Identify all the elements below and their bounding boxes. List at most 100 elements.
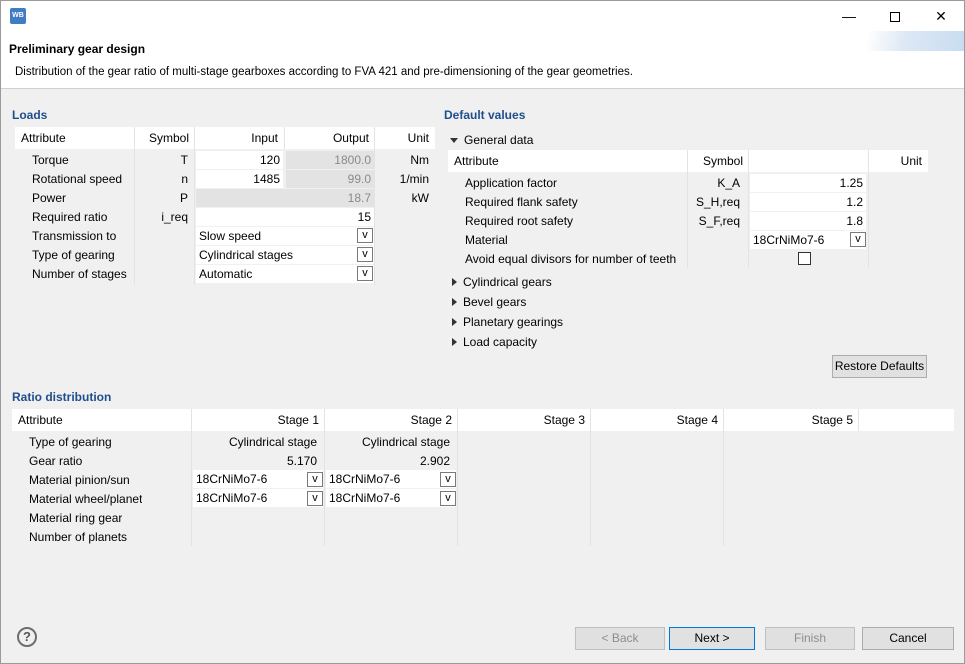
stage2-pinion-dropdown-button[interactable]: v — [440, 472, 456, 487]
stage2-type: Cylindrical stage — [361, 435, 450, 449]
ratio-header-stage1: Stage 1 — [277, 413, 319, 427]
gearing-type-dropdown-button[interactable]: v — [357, 247, 373, 262]
loads-symbol-torque: T — [180, 153, 188, 167]
loads-symbol-ratio: i_req — [161, 210, 188, 224]
loads-unit-torque: Nm — [410, 153, 429, 167]
loads-attr-stages: Number of stages — [32, 267, 127, 281]
minimize-button[interactable]: — — [826, 1, 872, 31]
general-attr-material: Material — [465, 233, 508, 247]
minimize-icon: — — [842, 8, 856, 24]
power-output: 18.7 — [196, 189, 374, 207]
application-factor-input[interactable]: 1.25 — [750, 174, 866, 192]
loads-attr-ratio: Required ratio — [32, 210, 108, 224]
loads-attr-gearing: Type of gearing — [32, 248, 115, 262]
loads-table: Attribute Symbol Input Output Unit Torqu… — [15, 127, 435, 287]
cancel-button[interactable]: Cancel — [862, 627, 954, 650]
speed-input[interactable]: 1485 — [196, 170, 283, 188]
stage2-gear-ratio: 2.902 — [419, 454, 450, 468]
stage1-pinion-dropdown-button[interactable]: v — [307, 472, 323, 487]
loads-symbol-power: P — [179, 191, 188, 205]
ratio-header-stage5: Stage 5 — [811, 413, 853, 427]
speed-output: 99.0 — [286, 170, 374, 188]
ratio-header-attribute: Attribute — [18, 413, 63, 427]
loads-header-symbol: Symbol — [148, 131, 189, 145]
cylindrical-gears-node[interactable]: Cylindrical gears — [452, 274, 552, 290]
stage2-pinion-material-select[interactable]: 18CrNiMo7-6 — [326, 470, 456, 488]
general-symbol-application: K_A — [717, 176, 740, 190]
collapsed-chevron-icon — [452, 338, 457, 346]
stage1-wheel-dropdown-button[interactable]: v — [307, 491, 323, 506]
root-safety-input[interactable]: 1.8 — [750, 212, 866, 230]
stage1-wheel-material-select[interactable]: 18CrNiMo7-6 — [193, 489, 323, 507]
loads-unit-power: kW — [411, 191, 429, 205]
required-ratio-input[interactable]: 15 — [196, 208, 374, 226]
stage2-wheel-material-select[interactable]: 18CrNiMo7-6 — [326, 489, 456, 507]
collapsed-chevron-icon — [452, 278, 457, 286]
stage1-type: Cylindrical stage — [228, 435, 317, 449]
next-button[interactable]: Next > — [669, 627, 755, 650]
ratio-header-stage3: Stage 3 — [543, 413, 585, 427]
transmission-select[interactable]: Slow speed — [196, 227, 374, 245]
loads-section-title: Loads — [12, 108, 48, 122]
page-title: Preliminary gear design — [9, 42, 146, 56]
ratio-header-row: Attribute Stage 1 Stage 2 Stage 3 Stage … — [12, 409, 954, 431]
load-capacity-node[interactable]: Load capacity — [452, 334, 537, 350]
torque-input[interactable]: 120 — [196, 151, 283, 169]
ratio-attr-planets: Number of planets — [29, 530, 128, 544]
general-attr-root: Required root safety — [465, 214, 574, 228]
general-symbol-flank: S_H,req — [695, 195, 740, 209]
maximize-button[interactable] — [872, 1, 918, 31]
load-capacity-label: Load capacity — [463, 335, 538, 349]
ratio-attr-wheel: Material wheel/planet — [29, 492, 143, 506]
stages-select[interactable]: Automatic — [196, 265, 374, 283]
ratio-attr-pinion: Material pinion/sun — [29, 473, 130, 487]
general-attr-flank: Required flank safety — [465, 195, 578, 209]
cylindrical-gears-label: Cylindrical gears — [463, 275, 552, 289]
gearing-type-select[interactable]: Cylindrical stages — [196, 246, 374, 264]
ratio-section-title: Ratio distribution — [12, 390, 112, 404]
maximize-icon — [890, 12, 900, 23]
loads-header-unit: Unit — [407, 131, 429, 145]
bevel-gears-node[interactable]: Bevel gears — [452, 294, 526, 310]
ratio-table: Attribute Stage 1 Stage 2 Stage 3 Stage … — [12, 409, 954, 549]
close-button[interactable]: ✕ — [918, 1, 964, 31]
avoid-divisors-checkbox[interactable] — [798, 252, 811, 265]
loads-unit-speed: 1/min — [399, 172, 429, 186]
general-data-table: Attribute Symbol Unit Application factor… — [448, 150, 928, 270]
dialog-window: WB — ✕ Preliminary gear design Distribut… — [0, 0, 965, 664]
torque-output: 1800.0 — [286, 151, 374, 169]
general-data-label: General data — [464, 133, 534, 147]
app-icon: WB — [10, 8, 26, 24]
general-attr-application: Application factor — [465, 176, 558, 190]
restore-defaults-button[interactable]: Restore Defaults — [832, 355, 927, 378]
transmission-dropdown-button[interactable]: v — [357, 228, 373, 243]
header-decoration — [814, 31, 964, 51]
default-material-dropdown-button[interactable]: v — [850, 232, 866, 247]
title-bar: WB — ✕ — [1, 1, 964, 31]
collapsed-chevron-icon — [452, 318, 457, 326]
ratio-header-stage4: Stage 4 — [676, 413, 718, 427]
stage2-wheel-dropdown-button[interactable]: v — [440, 491, 456, 506]
planetary-gearings-label: Planetary gearings — [463, 315, 564, 329]
help-icon[interactable]: ? — [17, 627, 37, 647]
close-icon: ✕ — [935, 8, 947, 24]
ratio-attr-ring: Material ring gear — [29, 511, 123, 525]
planetary-gearings-node[interactable]: Planetary gearings — [452, 314, 563, 330]
stage1-pinion-material-select[interactable]: 18CrNiMo7-6 — [193, 470, 323, 488]
expanded-chevron-icon — [450, 138, 458, 143]
general-header-unit: Unit — [900, 154, 922, 168]
loads-attr-transmission: Transmission to — [32, 229, 117, 243]
default-material-select[interactable]: 18CrNiMo7-6 — [750, 231, 866, 249]
loads-header-row: Attribute Symbol Input Output Unit — [15, 127, 435, 149]
stages-dropdown-button[interactable]: v — [357, 266, 373, 281]
defaults-section-title: Default values — [444, 108, 526, 122]
loads-symbol-speed: n — [181, 172, 188, 186]
loads-header-input: Input — [251, 131, 278, 145]
finish-button[interactable]: Finish — [765, 627, 855, 650]
flank-safety-input[interactable]: 1.2 — [750, 193, 866, 211]
general-attr-divisors: Avoid equal divisors for number of teeth — [465, 252, 677, 266]
loads-attr-power: Power — [32, 191, 67, 205]
back-button[interactable]: < Back — [575, 627, 665, 650]
general-data-node[interactable]: General data — [450, 132, 533, 148]
page-description: Distribution of the gear ratio of multi-… — [15, 66, 633, 78]
